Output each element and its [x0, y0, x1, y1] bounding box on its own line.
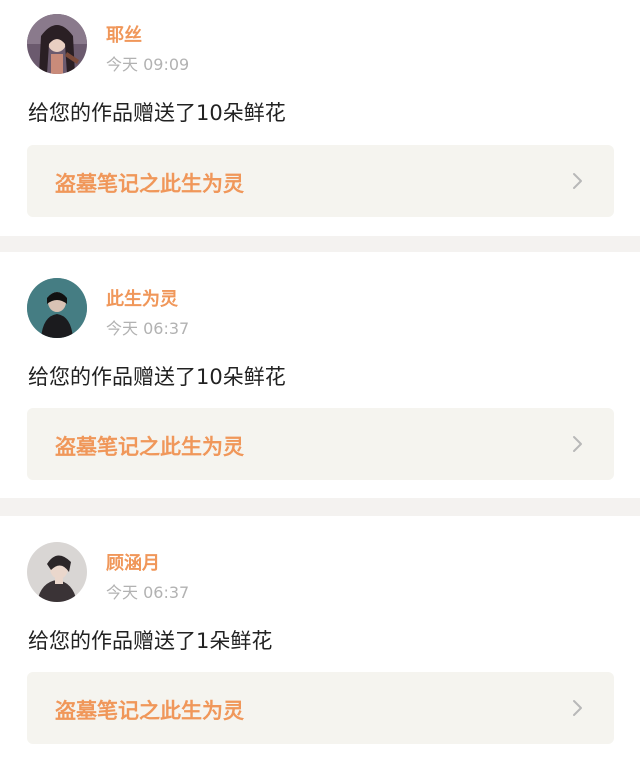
user-name[interactable]: 顾涵月: [106, 549, 160, 575]
work-title: 盗墓笔记之此生为灵: [55, 699, 244, 723]
user-name[interactable]: 此生为灵: [106, 285, 178, 311]
chevron-right-icon: [573, 700, 582, 716]
gift-message: 给您的作品赠送了1朵鲜花: [28, 629, 273, 653]
timestamp: 今天 06:37: [106, 319, 190, 338]
notification-card: 耶丝 今天 09:09 给您的作品赠送了10朵鲜花 盗墓笔记之此生为灵: [0, 0, 640, 236]
avatar-figure-dark-icon: [27, 278, 87, 338]
user-name[interactable]: 耶丝: [106, 21, 142, 47]
notification-card: 顾涵月 今天 06:37 给您的作品赠送了1朵鲜花 盗墓笔记之此生为灵: [0, 516, 640, 762]
avatar-person-portrait-icon: [27, 542, 87, 602]
work-link[interactable]: 盗墓笔记之此生为灵: [27, 145, 614, 217]
work-title: 盗墓笔记之此生为灵: [55, 435, 244, 459]
avatar[interactable]: [27, 278, 87, 338]
gift-message: 给您的作品赠送了10朵鲜花: [28, 365, 286, 389]
work-title: 盗墓笔记之此生为灵: [55, 172, 244, 196]
notification-card: 此生为灵 今天 06:37 给您的作品赠送了10朵鲜花 盗墓笔记之此生为灵: [0, 252, 640, 498]
timestamp: 今天 09:09: [106, 55, 190, 74]
gift-message: 给您的作品赠送了10朵鲜花: [28, 101, 286, 125]
chevron-right-icon: [573, 436, 582, 452]
work-link[interactable]: 盗墓笔记之此生为灵: [27, 408, 614, 480]
work-link[interactable]: 盗墓笔记之此生为灵: [27, 672, 614, 744]
avatar[interactable]: [27, 14, 87, 74]
timestamp: 今天 06:37: [106, 583, 190, 602]
avatar-girl-dark-hair-icon: [27, 14, 87, 74]
avatar[interactable]: [27, 542, 87, 602]
chevron-right-icon: [573, 173, 582, 189]
